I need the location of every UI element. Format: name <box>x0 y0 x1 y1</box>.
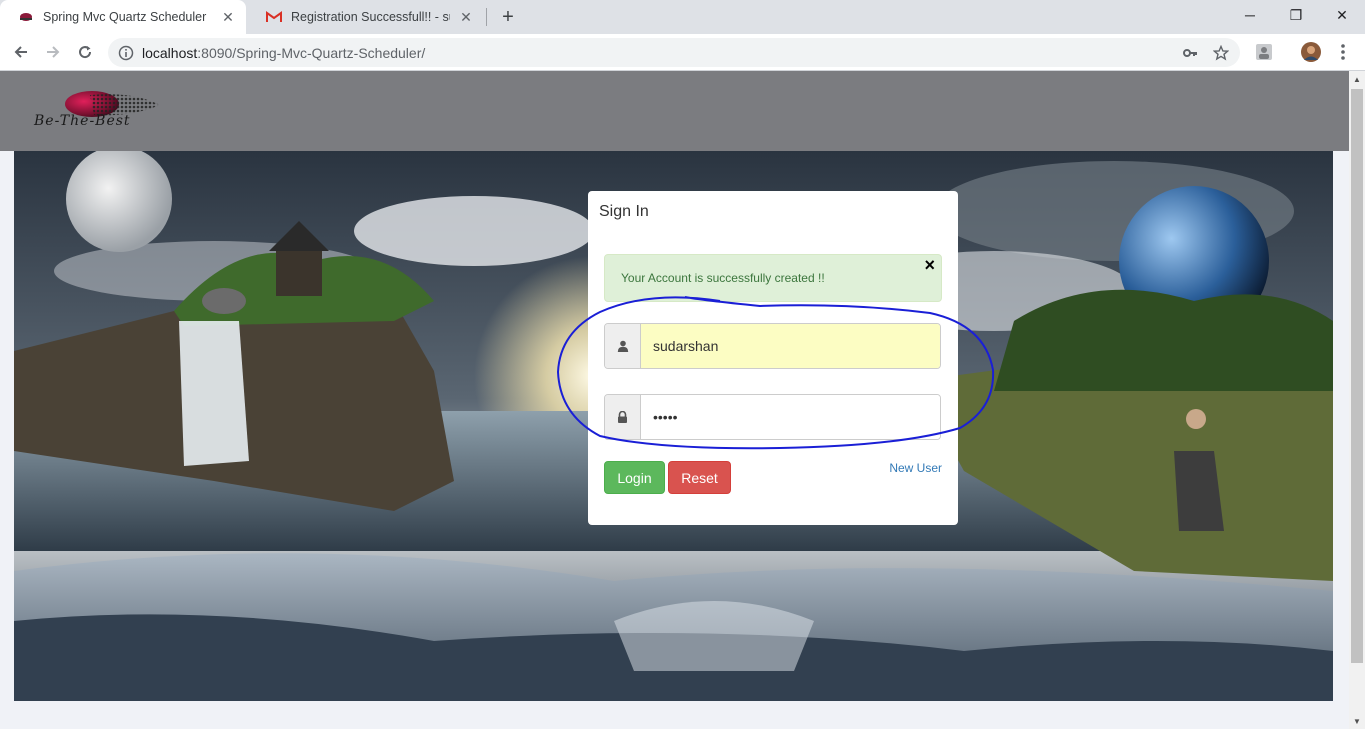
tab-close-icon[interactable]: ✕ <box>220 9 236 25</box>
close-window-icon[interactable]: ✕ <box>1319 0 1365 30</box>
signin-panel: Sign In Your Account is successfully cre… <box>588 191 958 525</box>
password-input[interactable] <box>641 395 940 439</box>
reset-button[interactable]: Reset <box>668 461 731 494</box>
user-icon <box>605 324 641 368</box>
reload-icon[interactable] <box>73 40 97 64</box>
browser-toolbar: localhost:8090/Spring-Mvc-Quartz-Schedul… <box>0 34 1365 71</box>
logo-text: Be-The-Best <box>34 113 131 129</box>
forward-icon[interactable] <box>41 40 65 64</box>
scroll-thumb[interactable] <box>1351 89 1363 663</box>
key-icon[interactable] <box>1182 45 1198 61</box>
new-tab-icon[interactable]: + <box>497 6 519 28</box>
restore-icon[interactable]: ❐ <box>1273 0 1319 30</box>
scroll-up-icon[interactable]: ▲ <box>1349 71 1365 87</box>
info-icon[interactable] <box>118 45 134 61</box>
profile-avatar[interactable] <box>1299 40 1323 64</box>
star-icon[interactable] <box>1213 45 1229 61</box>
url-text: localhost:8090/Spring-Mvc-Quartz-Schedul… <box>142 44 426 61</box>
page-content: Be-The-Best Sign In Your Account is succ… <box>0 71 1349 729</box>
new-user-link[interactable]: New User <box>889 461 942 475</box>
login-button[interactable]: Login <box>604 461 665 494</box>
alert-message: Your Account is successfully created !! <box>621 271 825 285</box>
scroll-down-icon[interactable]: ▼ <box>1349 713 1365 729</box>
lock-icon <box>605 395 641 439</box>
menu-icon[interactable] <box>1331 40 1355 64</box>
signin-title: Sign In <box>599 203 649 220</box>
tab-title: Spring Mvc Quartz Scheduler <box>43 10 207 24</box>
tab-close-icon[interactable]: ✕ <box>458 9 474 25</box>
username-group <box>604 323 941 369</box>
password-group <box>604 394 941 440</box>
tab-separator <box>486 8 487 26</box>
extension-icon[interactable] <box>1252 40 1276 64</box>
success-alert: Your Account is successfully created !! … <box>604 254 942 302</box>
username-input[interactable] <box>641 324 940 368</box>
gmail-icon <box>266 9 282 25</box>
minimize-icon[interactable]: ─ <box>1227 0 1273 30</box>
back-icon[interactable] <box>9 40 33 64</box>
browser-tabstrip: Spring Mvc Quartz Scheduler ✕ Registrati… <box>0 0 1365 34</box>
tab-gmail[interactable]: Registration Successfull!! - sudarshan ✕ <box>248 0 484 34</box>
site-favicon-icon <box>18 9 34 25</box>
alert-close-icon[interactable]: × <box>924 255 935 276</box>
site-header: Be-The-Best <box>0 71 1349 151</box>
address-bar[interactable]: localhost:8090/Spring-Mvc-Quartz-Schedul… <box>108 38 1240 67</box>
page-scrollbar[interactable]: ▲ ▼ <box>1349 71 1365 729</box>
tab-spring-scheduler[interactable]: Spring Mvc Quartz Scheduler ✕ <box>0 0 246 34</box>
tab-title: Registration Successfull!! - sudarshan <box>291 10 450 24</box>
